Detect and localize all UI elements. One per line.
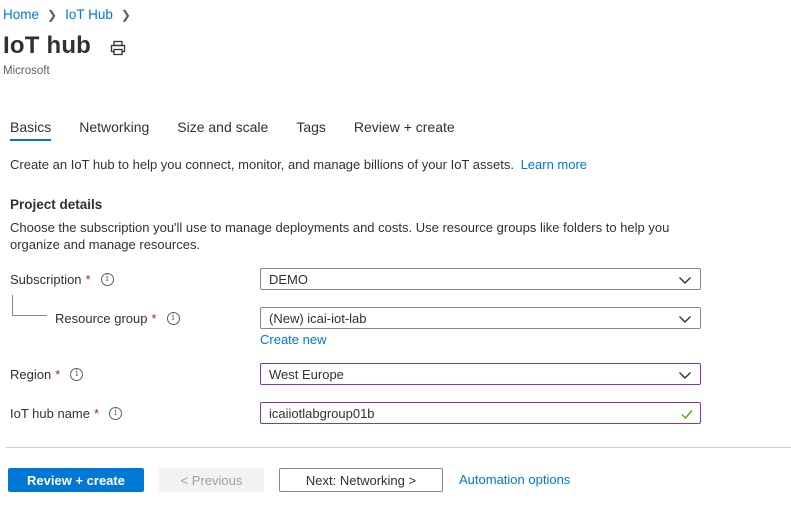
resource-group-label-row: Resource group * i	[55, 311, 180, 326]
chevron-down-icon	[679, 277, 691, 284]
info-icon[interactable]: i	[109, 407, 123, 420]
checkmark-icon	[681, 410, 693, 420]
tab-basics[interactable]: Basics	[10, 119, 52, 141]
region-label-row: Region * i	[10, 367, 84, 382]
tab-networking[interactable]: Networking	[79, 119, 149, 141]
chevron-down-icon	[679, 372, 691, 379]
section-title-project-details: Project details	[10, 197, 103, 212]
hub-name-label-row: IoT hub name * i	[10, 406, 123, 421]
subscription-value: DEMO	[269, 271, 308, 287]
hub-name-value: icaiiotlabgroup01b	[269, 405, 375, 421]
hub-name-label: IoT hub name	[10, 406, 90, 421]
chevron-down-icon	[679, 316, 691, 323]
page-subtitle: Microsoft	[3, 65, 50, 77]
next-networking-button[interactable]: Next: Networking >	[279, 468, 443, 492]
required-marker: *	[151, 311, 157, 326]
required-marker: *	[85, 272, 91, 287]
review-create-button[interactable]: Review + create	[8, 468, 144, 492]
resource-group-label: Resource group	[55, 311, 148, 326]
info-icon[interactable]: i	[100, 273, 114, 286]
chevron-right-icon: ❯	[120, 7, 131, 22]
info-icon[interactable]: i	[166, 312, 180, 325]
region-dropdown[interactable]: West Europe	[260, 363, 701, 385]
hub-name-input[interactable]: icaiiotlabgroup01b	[260, 402, 701, 424]
resource-group-value: (New) icai-iot-lab	[269, 310, 367, 326]
print-icon[interactable]	[110, 40, 126, 56]
page-title: IoT hub	[3, 32, 92, 59]
tab-review-create[interactable]: Review + create	[354, 119, 455, 141]
breadcrumb: Home ❯ IoT Hub ❯	[3, 7, 139, 22]
subscription-label: Subscription	[10, 272, 82, 287]
learn-more-link[interactable]: Learn more	[521, 157, 587, 172]
region-label: Region	[10, 367, 52, 382]
tab-tags[interactable]: Tags	[296, 119, 326, 141]
section-description: Choose the subscription you'll use to ma…	[10, 220, 670, 252]
intro-description: Create an IoT hub to help you connect, m…	[10, 157, 514, 172]
chevron-right-icon: ❯	[47, 7, 58, 22]
breadcrumb-home[interactable]: Home	[3, 7, 39, 22]
footer-divider	[6, 447, 791, 448]
tab-bar: Basics Networking Size and scale Tags Re…	[10, 119, 483, 141]
create-new-link[interactable]: Create new	[260, 332, 326, 347]
breadcrumb-iot-hub[interactable]: IoT Hub	[65, 7, 113, 22]
required-marker: *	[55, 367, 61, 382]
region-value: West Europe	[269, 366, 344, 382]
required-marker: *	[93, 406, 100, 421]
subscription-label-row: Subscription * i	[10, 272, 114, 287]
intro-text: Create an IoT hub to help you connect, m…	[10, 157, 587, 172]
resource-group-dropdown[interactable]: (New) icai-iot-lab	[260, 307, 701, 329]
automation-options-link[interactable]: Automation options	[459, 472, 570, 487]
tree-connector	[12, 295, 47, 316]
tab-size-and-scale[interactable]: Size and scale	[177, 119, 268, 141]
subscription-dropdown[interactable]: DEMO	[260, 268, 701, 290]
info-icon[interactable]: i	[70, 368, 84, 381]
previous-button[interactable]: < Previous	[159, 468, 264, 492]
